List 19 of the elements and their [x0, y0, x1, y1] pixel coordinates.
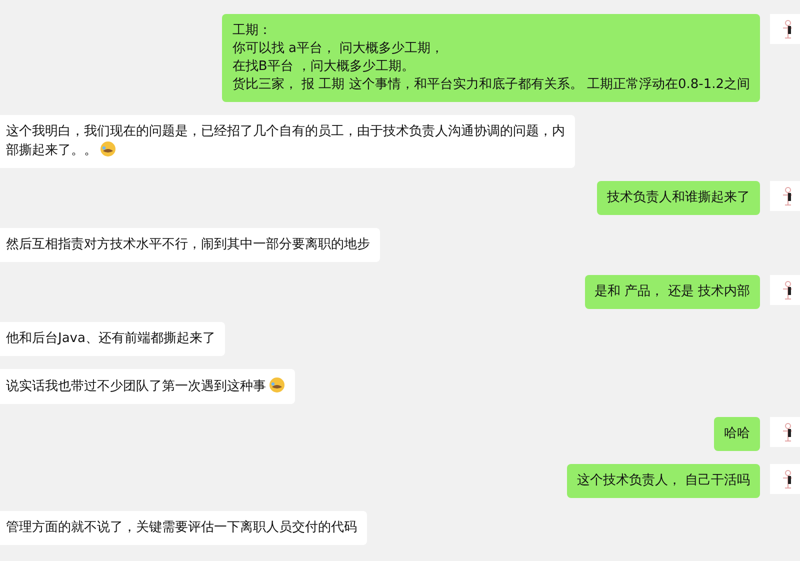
avatar[interactable]: [770, 417, 800, 447]
avatar[interactable]: [770, 275, 800, 305]
message-text: 是和 产品， 还是 技术内部: [594, 284, 750, 299]
message-text: 他和后台Java、还有前端都撕起来了: [6, 331, 216, 346]
message-text: 你可以找 a平台， 问大概多少工期，: [232, 41, 444, 56]
message-text: 然后互相指责对方技术水平不行，闹到其中一部分要离职的地步: [6, 237, 370, 252]
message-text: 工期：: [232, 23, 272, 38]
message-text: 这个我明白，我们现在的问题是，已经招了几个自有的员工，由于技术负责人沟通协调的问题，内: [6, 124, 565, 139]
message-text: 货比三家， 报 工期 这个事情，和平台实力和底子都有关系。 工期正常浮动在0.8-1.2之间: [232, 77, 750, 92]
message-text: 这个技术负责人， 自己干活吗: [576, 473, 750, 488]
avatar[interactable]: [770, 464, 800, 494]
message-text: 管理方面的就不说了，关键需要评估一下离职人员交付的代码: [6, 520, 357, 535]
message-text: 技术负责人和谁撕起来了: [607, 190, 750, 205]
message-text: 在找B平台 ，问大概多少工期。: [232, 59, 414, 74]
message-text: 部撕起来了。。: [6, 143, 97, 158]
avatar[interactable]: [770, 181, 800, 211]
avatar[interactable]: [770, 14, 800, 44]
message-text: 哈哈: [724, 426, 750, 441]
message-text: 说实话我也带过不少团队了第一次遇到这种事: [6, 379, 266, 394]
